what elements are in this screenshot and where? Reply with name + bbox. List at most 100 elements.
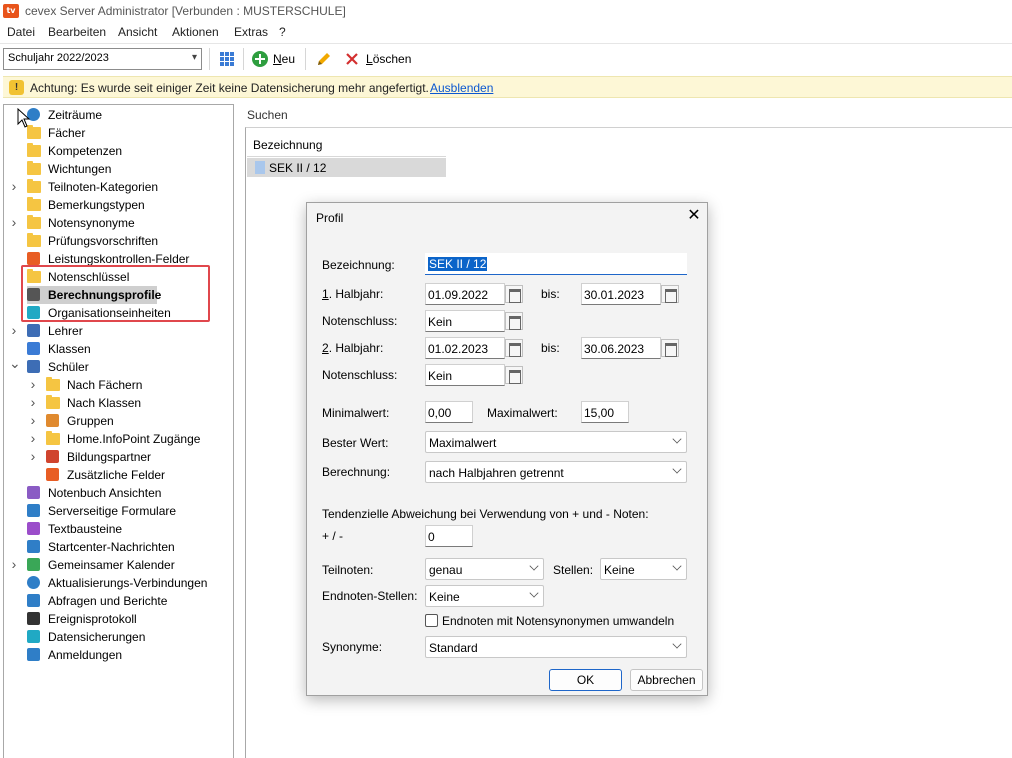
final-decimals-label: Endnoten-Stellen: [322, 589, 418, 603]
tree-item-4[interactable]: Wichtungen [5, 160, 233, 178]
expand-icon[interactable]: › [28, 430, 38, 446]
grade-key-field-1[interactable]: Kein [425, 310, 505, 332]
partial-grades-select[interactable]: genau [425, 558, 544, 580]
best-value-label: Bester Wert: [322, 436, 389, 450]
tree-item-7[interactable]: › Notensynonyme [5, 214, 233, 232]
tree-item-30[interactable]: Datensicherungen [5, 628, 233, 646]
best-value-select[interactable]: Maximalwert [425, 431, 687, 453]
tree-item-24[interactable]: Textbausteine [5, 520, 233, 538]
first-half-from-field[interactable]: 01.09.2022 [425, 283, 505, 305]
grade-key-value-2: Kein [428, 369, 453, 383]
teacher-icon [27, 324, 40, 337]
folder-icon [27, 215, 41, 229]
ok-button[interactable]: OK [549, 669, 622, 691]
menu-bearbeiten[interactable]: Bearbeiten [48, 25, 106, 39]
calculation-select[interactable]: nach Halbjahren getrennt [425, 461, 687, 483]
hide-warning-link[interactable]: Ausblenden [430, 81, 493, 95]
menu-extras[interactable]: Extras [234, 25, 268, 39]
tree-item-31[interactable]: Anmeldungen [5, 646, 233, 664]
second-half-label: 2. Halbjahr: [322, 341, 383, 355]
tag-icon [46, 468, 59, 481]
expand-icon[interactable]: › [28, 412, 38, 428]
tree-item-17[interactable]: › Nach Klassen [5, 394, 233, 412]
tree-item-28[interactable]: Abfragen und Berichte [5, 592, 233, 610]
tree-item-15[interactable]: ⌄ Schüler [5, 355, 233, 376]
header-divider [247, 156, 446, 157]
group-icon [46, 414, 59, 427]
first-half-to-field[interactable]: 30.01.2023 [581, 283, 661, 305]
column-header-bezeichnung[interactable]: Bezeichnung [253, 138, 322, 152]
tree-item-2[interactable]: Fächer [5, 124, 233, 142]
tree-item-16[interactable]: › Nach Fächern [5, 376, 233, 394]
convert-synonyms-label[interactable]: Endnoten mit Notensynonymen umwandeln [442, 614, 674, 628]
tree-item-29[interactable]: Ereignisprotokoll [5, 610, 233, 628]
expand-icon[interactable]: › [28, 448, 38, 464]
calendar-icon[interactable] [661, 285, 679, 303]
tag-icon [27, 252, 40, 265]
menu-datei[interactable]: Datei [7, 25, 35, 39]
tree-item-1[interactable]: Zeiträume [5, 106, 233, 124]
tree-item-14[interactable]: Klassen [5, 340, 233, 358]
lookup-icon[interactable] [505, 312, 523, 330]
plus-minus-field[interactable]: 0 [425, 525, 473, 547]
name-field[interactable]: SEK II / 12 [425, 253, 687, 275]
grid-view-icon[interactable] [218, 50, 236, 68]
final-decimals-select[interactable]: Keine [425, 585, 544, 607]
calendar-icon[interactable] [661, 339, 679, 357]
synonyms-select[interactable]: Standard [425, 636, 687, 658]
add-icon[interactable] [251, 50, 269, 68]
expand-icon[interactable]: › [28, 394, 38, 410]
expand-icon[interactable]: › [9, 556, 19, 572]
document-icon [255, 161, 265, 174]
search-label[interactable]: Suchen [247, 108, 288, 122]
convert-synonyms-checkbox[interactable] [425, 614, 438, 627]
menu-aktionen[interactable]: Aktionen [172, 25, 219, 39]
tree-item-label: Nach Klassen [67, 396, 142, 410]
dialog-title: Profil [316, 211, 344, 225]
chevron-down-icon [672, 639, 682, 649]
menu-ansicht[interactable]: Ansicht [118, 25, 157, 39]
tree-item-25[interactable]: Startcenter-Nachrichten [5, 538, 233, 556]
collapse-icon[interactable]: ⌄ [9, 355, 21, 372]
second-half-to-field[interactable]: 30.06.2023 [581, 337, 661, 359]
lookup-icon[interactable] [505, 366, 523, 384]
second-half-from-field[interactable]: 01.02.2023 [425, 337, 505, 359]
tree-item-19[interactable]: › Home.InfoPoint Zugänge [5, 430, 233, 448]
tree-item-26[interactable]: › Gemeinsamer Kalender [5, 556, 233, 574]
new-button[interactable]: Neu [273, 52, 295, 66]
grade-key-field-2[interactable]: Kein [425, 364, 505, 386]
tree-item-27[interactable]: Aktualisierungs-Verbindungen [5, 574, 233, 592]
tree-item-label: Kompetenzen [48, 144, 123, 158]
tree-item-5[interactable]: › Teilnoten-Kategorien [5, 178, 233, 196]
menu-help[interactable]: ? [279, 25, 286, 39]
tree-item-6[interactable]: Bemerkungstypen [5, 196, 233, 214]
expand-icon[interactable]: › [9, 178, 19, 194]
tree-item-3[interactable]: Kompetenzen [5, 142, 233, 160]
min-field[interactable]: 0,00 [425, 401, 473, 423]
delete-button-key: L [366, 52, 373, 66]
tree-item-23[interactable]: Serverseitige Formulare [5, 502, 233, 520]
tree-item-20[interactable]: › Bildungspartner [5, 448, 233, 466]
expand-icon[interactable]: › [9, 214, 19, 230]
backup-icon [27, 630, 40, 643]
max-field[interactable]: 15,00 [581, 401, 629, 423]
toolbar-separator [243, 48, 244, 70]
expand-icon[interactable]: › [9, 322, 19, 338]
calendar-icon[interactable] [505, 339, 523, 357]
expand-icon[interactable]: › [28, 376, 38, 392]
tree-item-22[interactable]: Notenbuch Ansichten [5, 484, 233, 502]
delete-button[interactable]: Löschen [366, 52, 411, 66]
tree-item-13[interactable]: › Lehrer [5, 322, 233, 340]
list-item[interactable]: SEK II / 12 [247, 158, 446, 177]
school-year-select[interactable]: Schuljahr 2022/2023 ▾ [3, 48, 202, 70]
tree-item-label: Aktualisierungs-Verbindungen [48, 576, 208, 590]
cancel-button[interactable]: Abbrechen [630, 669, 703, 691]
close-icon[interactable]: ✕ [685, 207, 703, 225]
calendar-icon[interactable] [505, 285, 523, 303]
tree-item-21[interactable]: Zusätzliche Felder [5, 466, 233, 484]
decimals-select[interactable]: Keine [600, 558, 687, 580]
tree-item-8[interactable]: Prüfungsvorschriften [5, 232, 233, 250]
delete-icon[interactable] [343, 50, 361, 68]
edit-pencil-icon[interactable] [315, 50, 333, 68]
tree-item-18[interactable]: › Gruppen [5, 412, 233, 430]
